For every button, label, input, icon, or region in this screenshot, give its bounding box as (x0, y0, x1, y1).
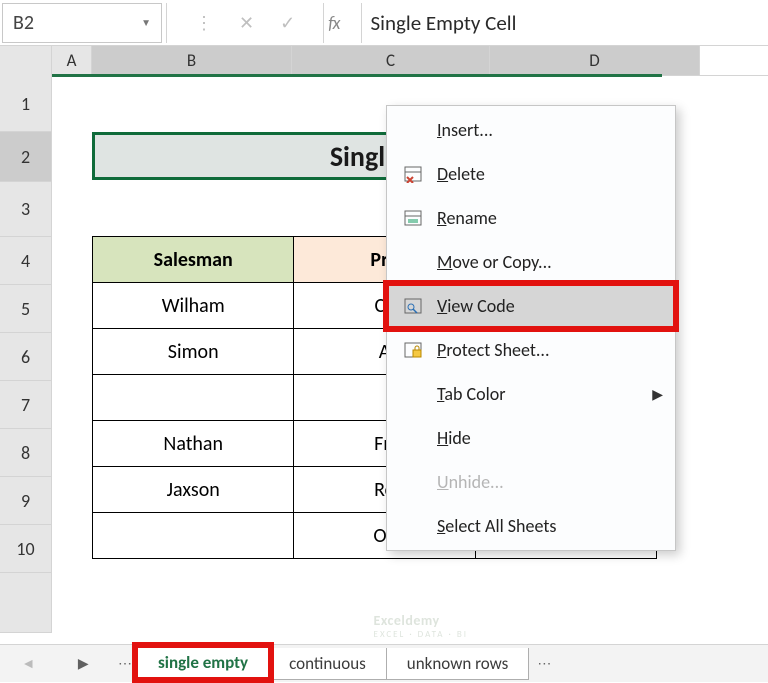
sheet-tab-continuous[interactable]: continuous (268, 648, 387, 680)
view-code-icon (399, 297, 427, 315)
sheet-context-menu: Insert... Delete Rename Move or Copy... … (386, 105, 676, 551)
col-header[interactable]: A (52, 46, 92, 75)
highlight-box (383, 280, 679, 332)
fx-button[interactable]: fx (328, 12, 357, 34)
menu-tab-color[interactable]: Tab Color ▶ (387, 372, 675, 416)
formula-bar: B2 ▼ ⋮ ✕ ✓ fx Single Empty Cell (0, 0, 768, 46)
menu-select-all-sheets[interactable]: Select All Sheets (387, 504, 675, 548)
accept-icon: ✓ (280, 12, 295, 34)
chevron-down-icon[interactable]: ▼ (141, 16, 151, 29)
menu-rename[interactable]: Rename (387, 196, 675, 240)
ellipsis-icon: ⋮ (195, 12, 213, 34)
row-header[interactable]: 9 (0, 477, 52, 525)
protect-icon (399, 341, 427, 359)
row-header[interactable]: 4 (0, 237, 52, 285)
sheet-tab-label: continuous (289, 653, 366, 674)
menu-view-code[interactable]: View Code (387, 284, 675, 328)
row-header[interactable]: 1 (0, 76, 52, 132)
submenu-arrow-icon: ▶ (652, 386, 663, 403)
tab-scroll-hint-icon: ⋯ (118, 655, 132, 672)
menu-delete[interactable]: Delete (387, 152, 675, 196)
select-all-corner[interactable] (0, 46, 52, 76)
delete-sheet-icon (399, 165, 427, 183)
name-box[interactable]: B2 ▼ (2, 3, 162, 43)
cancel-icon: ✕ (239, 12, 254, 34)
row-header[interactable]: 2 (0, 132, 52, 182)
menu-hide[interactable]: Hide (387, 416, 675, 460)
menu-move-or-copy[interactable]: Move or Copy... (387, 240, 675, 284)
menu-unhide: Unhide... (387, 460, 675, 504)
tab-nav-first-icon[interactable]: ◄ (21, 655, 35, 672)
menu-protect-sheet[interactable]: Protect Sheet... (387, 328, 675, 372)
tab-nav: ◄ ▶ (0, 655, 110, 672)
row-header[interactable]: 7 (0, 381, 52, 429)
row-spacer (0, 573, 52, 633)
sheet-tabs-bar: ◄ ▶ ⋯ single empty continuous unknown ro… (0, 644, 768, 682)
col-header[interactable]: D (490, 46, 700, 75)
watermark: Exceldemy EXCEL · DATA · BI (374, 612, 468, 640)
tab-nav-next-icon[interactable]: ▶ (78, 655, 89, 672)
sheet-tab-single-empty[interactable]: single empty (137, 648, 269, 680)
sheet-tab-label: unknown rows (407, 653, 509, 674)
formula-bar-actions: ⋮ ✕ ✓ (171, 0, 319, 45)
menu-insert[interactable]: Insert... (387, 108, 675, 152)
col-header[interactable]: B (92, 46, 292, 75)
tab-scroll-hint-icon: ⋯ (537, 655, 551, 672)
row-header[interactable]: 6 (0, 333, 52, 381)
formula-bar-content[interactable]: Single Empty Cell (366, 10, 516, 36)
sheet-tab-unknown-rows[interactable]: unknown rows (386, 648, 530, 680)
sheet-tab-label: single empty (158, 652, 248, 673)
row-header[interactable]: 8 (0, 429, 52, 477)
row-header[interactable]: 10 (0, 525, 52, 573)
rename-icon (399, 209, 427, 227)
row-header[interactable]: 5 (0, 285, 52, 333)
col-header[interactable]: C (292, 46, 490, 75)
row-header[interactable]: 3 (0, 182, 52, 237)
table-header[interactable]: Salesman (93, 237, 294, 283)
name-box-value: B2 (13, 11, 34, 35)
